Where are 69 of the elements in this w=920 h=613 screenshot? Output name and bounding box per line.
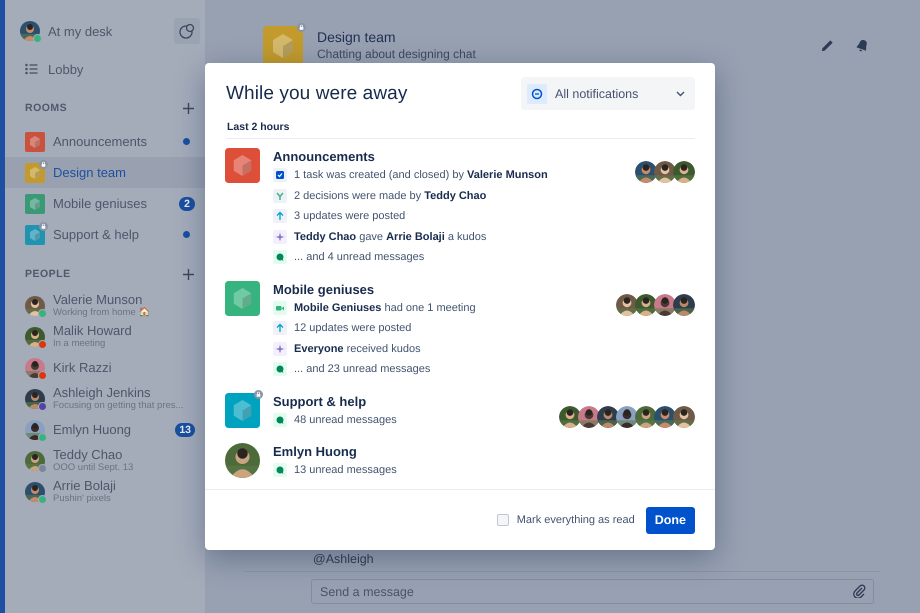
filter-dropdown[interactable]: All notifications bbox=[521, 77, 695, 110]
status-text: In a meeting bbox=[53, 338, 106, 350]
activity-text: ... and 4 unread messages bbox=[294, 251, 424, 264]
status-label: At my desk bbox=[48, 24, 114, 38]
status-text: Working from home 🏠 bbox=[53, 307, 152, 319]
person-name[interactable]: Kirk Razzi bbox=[53, 360, 195, 375]
room-item[interactable]: Mobile geniuses 2 bbox=[5, 188, 205, 219]
person-name[interactable]: Arrie Bolaji bbox=[53, 478, 195, 493]
plus-icon[interactable] bbox=[182, 268, 195, 280]
activity-text: Teddy Chao gave Arrie Bolaji a kudos bbox=[294, 230, 486, 243]
room-topic: Chatting about designing chat bbox=[317, 47, 477, 61]
person-name[interactable]: Valerie Munson bbox=[53, 292, 195, 307]
room-item[interactable]: Design team bbox=[5, 157, 205, 188]
room-name: Announcements bbox=[53, 134, 148, 149]
circles-icon bbox=[178, 22, 196, 40]
fork-icon bbox=[273, 188, 287, 203]
unread-count: 2 bbox=[179, 196, 195, 210]
sparkle-icon bbox=[273, 342, 287, 356]
lobby-link[interactable]: Lobby bbox=[48, 62, 84, 76]
group-title[interactable]: Mobile geniuses bbox=[273, 282, 606, 298]
section-heading: Last 2 hours bbox=[227, 121, 695, 139]
mark-read-checkbox[interactable]: Mark everything as read bbox=[496, 514, 635, 526]
room-name: Design team bbox=[53, 165, 127, 180]
dialog-title: While you were away bbox=[226, 82, 408, 104]
checkbox-icon bbox=[273, 168, 287, 182]
section-heading: PEOPLE bbox=[25, 268, 71, 280]
lock-icon bbox=[39, 222, 48, 230]
pencil-icon[interactable] bbox=[820, 38, 835, 53]
activity-text: Everyone received kudos bbox=[294, 342, 421, 355]
unread-count: 13 bbox=[175, 422, 195, 436]
lock-icon bbox=[297, 23, 306, 32]
status-text: OOO until Sept. 13 bbox=[53, 462, 134, 474]
section-heading: ROOMS bbox=[25, 102, 68, 114]
activity-text: ... and 23 unread messages bbox=[294, 363, 430, 376]
video-icon bbox=[273, 300, 287, 315]
room-title: Design team bbox=[317, 29, 397, 45]
room-item[interactable]: Support & help bbox=[5, 219, 205, 250]
chevron-down-icon bbox=[676, 90, 685, 96]
room-name: Support & help bbox=[53, 227, 140, 242]
activity-text: 3 updates were posted bbox=[294, 210, 406, 222]
group-title[interactable]: Announcements bbox=[273, 149, 625, 165]
activity-text: 12 updates were posted bbox=[294, 322, 412, 334]
activity-text: Mobile Geniuses had one 1 meeting bbox=[294, 302, 476, 314]
arrow-up-icon bbox=[273, 321, 287, 336]
activity-text: 1 task was created (and closed) by Valerie Munson bbox=[294, 169, 548, 182]
plus-icon[interactable] bbox=[182, 102, 195, 114]
presence-button[interactable] bbox=[174, 18, 200, 44]
lock-icon bbox=[39, 160, 48, 168]
lock-icon bbox=[254, 390, 263, 398]
room-name: Mobile geniuses bbox=[53, 196, 148, 211]
person-name[interactable]: Malik Howard bbox=[53, 323, 195, 338]
activity-text: 13 unread messages bbox=[294, 464, 397, 476]
message-text: @Ashleigh bbox=[313, 552, 374, 566]
person-name[interactable]: Ashleigh Jenkins bbox=[53, 385, 195, 400]
list-icon bbox=[25, 63, 38, 75]
group-title[interactable]: Emlyn Huong bbox=[273, 444, 682, 460]
status-text: Focusing on getting that pres... bbox=[53, 400, 184, 412]
done-button[interactable]: Done bbox=[646, 506, 695, 534]
status-text: Pushin' pixels bbox=[53, 493, 112, 505]
paperclip-icon[interactable] bbox=[852, 584, 866, 598]
person-name[interactable]: Teddy Chao bbox=[53, 447, 195, 462]
sparkle-icon bbox=[273, 230, 287, 244]
group-title[interactable]: Support & help bbox=[273, 394, 549, 410]
message-field[interactable]: Send a message bbox=[311, 579, 874, 604]
room-item[interactable]: Announcements bbox=[5, 126, 205, 157]
activity-text: 48 unread messages bbox=[294, 414, 397, 426]
arrow-up-icon bbox=[273, 209, 287, 224]
activity-text: 2 decisions were made by Teddy Chao bbox=[294, 190, 486, 202]
person-name[interactable]: Emlyn Huong bbox=[53, 422, 168, 437]
